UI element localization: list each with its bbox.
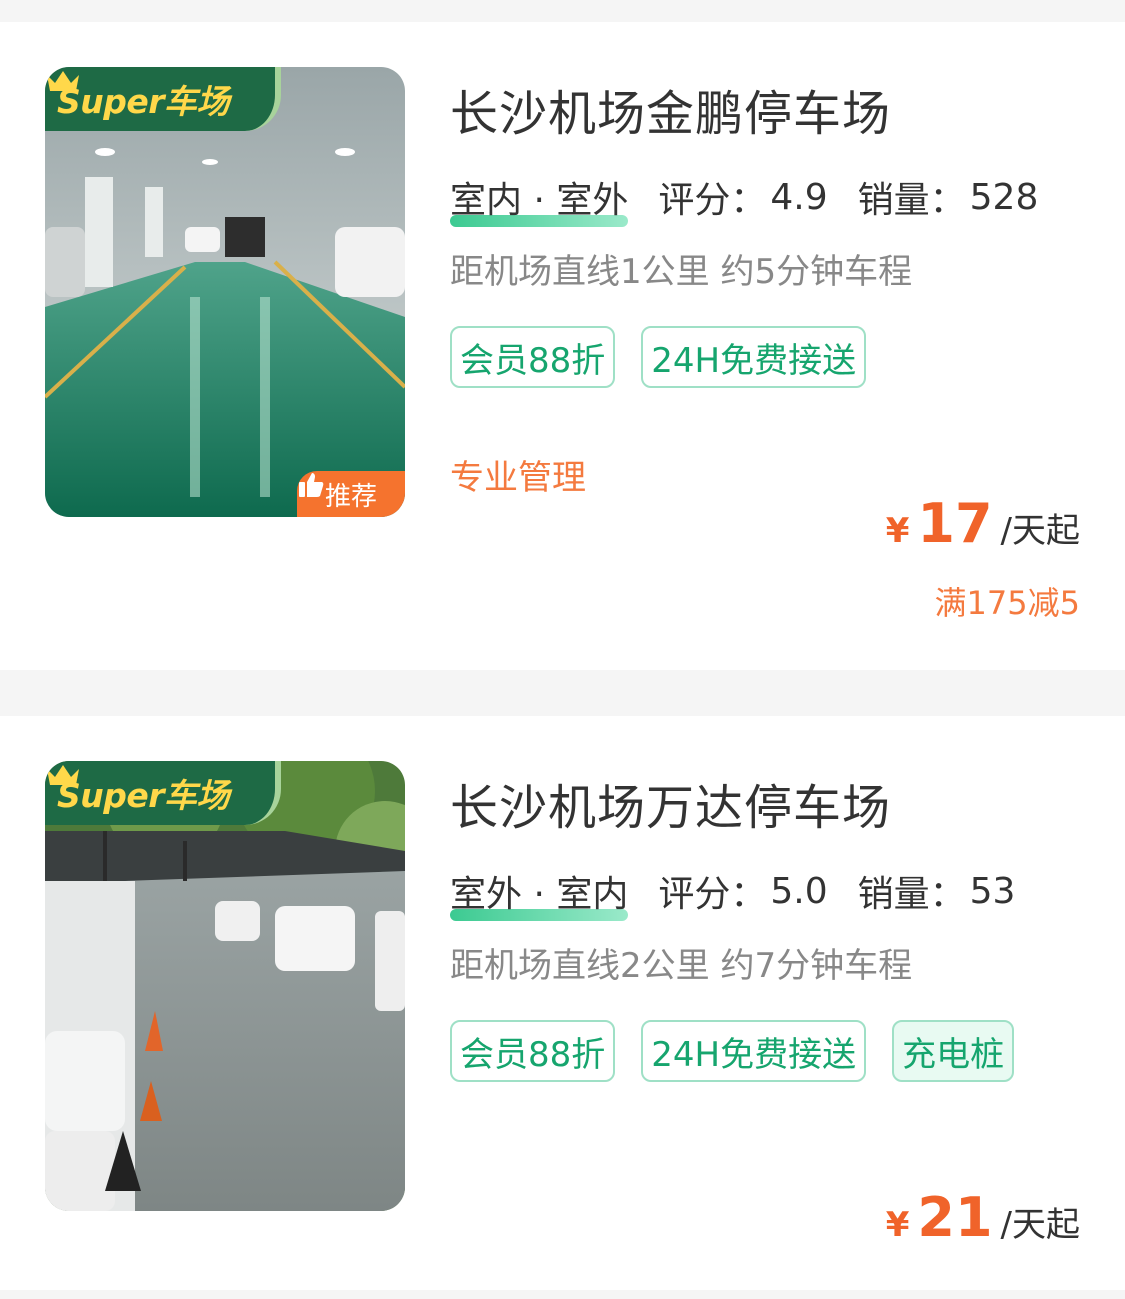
sales-label: 销量： [857, 874, 966, 915]
promo-label: 满175减5 [934, 584, 1080, 622]
parking-lot-name[interactable]: 长沙机场金鹏停车场 [450, 74, 891, 144]
price-unit: /天起 [1000, 1205, 1080, 1245]
price-value: 21 [917, 1186, 993, 1249]
outdoor-lot-image [45, 761, 405, 1211]
tag-charging-station: 充电桩 [892, 1020, 1015, 1082]
tag-member-discount: 会员88折 [450, 1020, 616, 1082]
crown-icon [47, 71, 79, 91]
parking-type: 室内 · 室外 [450, 171, 629, 227]
tag-member-discount: 会员88折 [450, 326, 616, 388]
sales-label: 销量： [857, 180, 966, 221]
parking-lot-card[interactable]: Super车场 长沙机场万达停车场 室外 · 室内 评分： 5.0 销量： 53… [0, 716, 1125, 1290]
recommend-label: 推荐 [324, 481, 377, 512]
price-unit: /天起 [1000, 511, 1080, 551]
sales-value: 528 [969, 176, 1039, 218]
management-label: 专业管理 [450, 458, 586, 498]
parking-type-label: 室内 · 室外 [450, 180, 629, 221]
tag-free-shuttle: 24H免费接送 [641, 1020, 867, 1082]
price: ¥ 17 /天起 [886, 492, 1080, 555]
parking-lot-photo[interactable]: Super车场 [45, 761, 405, 1211]
price: ¥ 21 /天起 [886, 1186, 1080, 1249]
crown-icon [47, 765, 79, 785]
parking-lot-meta: 室外 · 室内 评分： 5.0 销量： 53 [450, 865, 1045, 921]
parking-lot-name[interactable]: 长沙机场万达停车场 [450, 768, 891, 838]
recommend-badge: 推荐 [297, 471, 405, 517]
super-badge-label: Super车场 [57, 776, 230, 815]
feature-tags: 会员88折 24H免费接送 充电桩 [450, 1020, 1090, 1082]
tag-free-shuttle: 24H免费接送 [641, 326, 867, 388]
currency-symbol: ¥ [885, 511, 910, 551]
distance-info: 距机场直线2公里 约7分钟车程 [450, 946, 913, 986]
super-parking-badge: Super车场 [45, 761, 281, 825]
parking-lot-card[interactable]: Super车场 推荐 长沙机场金鹏停车场 室内 · 室外 评分： 4.9 销量：… [0, 22, 1125, 670]
rating-value: 5.0 [770, 870, 828, 912]
sales-value: 53 [969, 870, 1016, 912]
parking-type-label: 室外 · 室内 [450, 874, 629, 915]
thumbs-up-icon [299, 473, 324, 497]
currency-symbol: ¥ [885, 1205, 910, 1245]
super-parking-badge: Super车场 [45, 67, 281, 131]
distance-info: 距机场直线1公里 约5分钟车程 [450, 252, 913, 292]
rating-value: 4.9 [770, 176, 828, 218]
feature-tags: 会员88折 24H免费接送 [450, 326, 1090, 388]
indoor-garage-image [45, 67, 405, 517]
price-value: 17 [917, 492, 993, 555]
parking-type: 室外 · 室内 [450, 865, 629, 921]
super-badge-label: Super车场 [57, 82, 230, 121]
rating-label: 评分： [658, 874, 767, 915]
parking-lot-photo[interactable]: Super车场 推荐 [45, 67, 405, 517]
rating-label: 评分： [658, 180, 767, 221]
parking-lot-meta: 室内 · 室外 评分： 4.9 销量： 528 [450, 171, 1068, 227]
